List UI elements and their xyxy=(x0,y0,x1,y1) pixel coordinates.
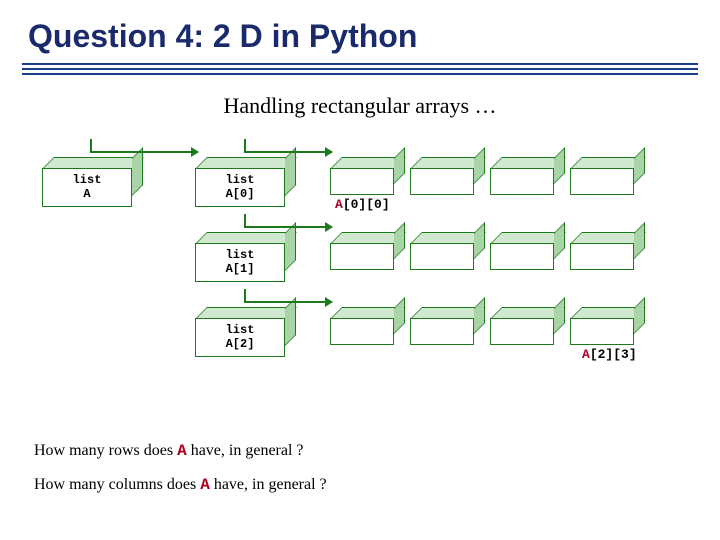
arrow-a-to-a0 xyxy=(90,151,198,153)
cell xyxy=(490,157,554,195)
arrow-a2-to-row xyxy=(244,301,332,303)
title-prefix: Question 4 xyxy=(28,18,193,54)
box-list-a0-label: list A[0] xyxy=(195,168,285,207)
annot-a23: A[2][3] xyxy=(582,347,637,362)
cell xyxy=(490,232,554,270)
question-rows: How many rows does A have, in general ? xyxy=(34,442,327,460)
cell xyxy=(330,307,394,345)
cell xyxy=(410,307,474,345)
slide-title: Question 4: 2 D in Python xyxy=(0,0,720,63)
cell xyxy=(490,307,554,345)
box-list-a-label: list A xyxy=(42,168,132,207)
box-list-a: list A xyxy=(42,157,132,207)
box-list-a1-label: list A[1] xyxy=(195,243,285,282)
arrow-a1-to-row xyxy=(244,226,332,228)
annot-a00: A[0][0] xyxy=(335,197,390,212)
cell xyxy=(330,157,394,195)
box-list-a0: list A[0] xyxy=(195,157,285,207)
cell xyxy=(570,307,634,345)
box-list-a2-label: list A[2] xyxy=(195,318,285,357)
cell xyxy=(570,232,634,270)
cell xyxy=(570,157,634,195)
title-rest: : 2 D in Python xyxy=(193,18,417,54)
arrow-a0-to-row xyxy=(244,151,332,153)
subtitle: Handling rectangular arrays … xyxy=(0,93,720,119)
title-rules xyxy=(0,63,720,75)
cell xyxy=(330,232,394,270)
cell xyxy=(410,232,474,270)
cell xyxy=(410,157,474,195)
array-diagram: list A list A[0] list A[1] list A[2] xyxy=(0,137,720,417)
box-list-a2: list A[2] xyxy=(195,307,285,357)
question-cols: How many columns does A have, in general… xyxy=(34,476,327,494)
questions: How many rows does A have, in general ? … xyxy=(34,442,327,510)
box-list-a1: list A[1] xyxy=(195,232,285,282)
